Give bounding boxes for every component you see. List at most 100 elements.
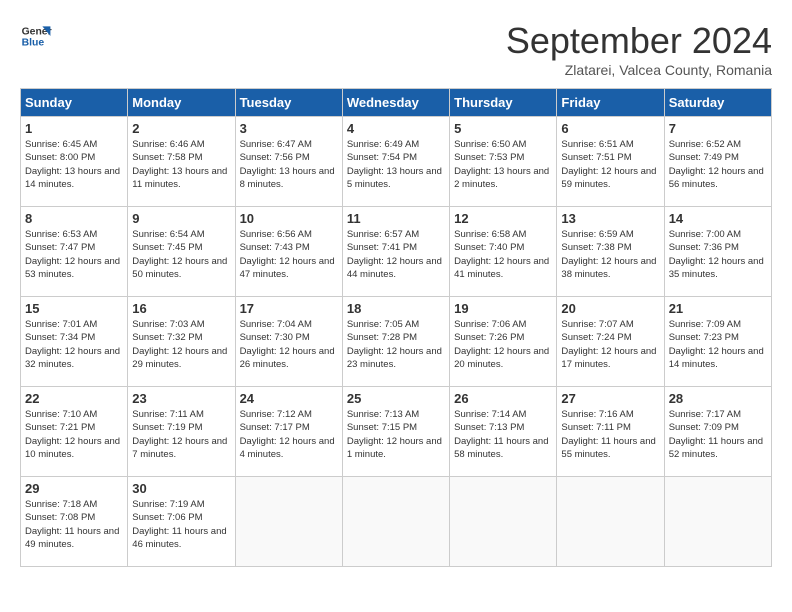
col-header-friday: Friday [557, 89, 664, 117]
calendar-cell: 2Sunrise: 6:46 AMSunset: 7:58 PMDaylight… [128, 117, 235, 207]
col-header-wednesday: Wednesday [342, 89, 449, 117]
day-info: Sunrise: 7:11 AMSunset: 7:19 PMDaylight:… [132, 408, 230, 461]
day-number: 26 [454, 391, 552, 406]
calendar-cell: 27 Sunrise: 7:16 AMSunset: 7:11 PMDayligh… [557, 387, 664, 477]
calendar-cell: 25Sunrise: 7:13 AMSunset: 7:15 PMDayligh… [342, 387, 449, 477]
calendar-cell: 13Sunrise: 6:59 AMSunset: 7:38 PMDayligh… [557, 207, 664, 297]
day-info: Sunrise: 6:56 AMSunset: 7:43 PMDaylight:… [240, 228, 338, 281]
calendar-cell: 22 Sunrise: 7:10 AMSunset: 7:21 PMDayligh… [21, 387, 128, 477]
day-info: Sunrise: 7:03 AMSunset: 7:32 PMDaylight:… [132, 318, 230, 371]
day-info: Sunrise: 6:49 AMSunset: 7:54 PMDaylight:… [347, 138, 445, 191]
day-number: 19 [454, 301, 552, 316]
header-row: SundayMondayTuesdayWednesdayThursdayFrid… [21, 89, 772, 117]
calendar-table: SundayMondayTuesdayWednesdayThursdayFrid… [20, 88, 772, 567]
calendar-cell: 20 Sunrise: 7:07 AMSunset: 7:24 PMDayligh… [557, 297, 664, 387]
calendar-row-2: 8Sunrise: 6:53 AMSunset: 7:47 PMDaylight… [21, 207, 772, 297]
day-number: 11 [347, 211, 445, 226]
day-info: Sunrise: 7:06 AMSunset: 7:26 PMDaylight:… [454, 318, 552, 371]
calendar-cell: 12 Sunrise: 6:58 AMSunset: 7:40 PMDayligh… [450, 207, 557, 297]
day-info: Sunrise: 7:00 AMSunset: 7:36 PMDaylight:… [669, 228, 767, 281]
calendar-cell: 16Sunrise: 7:03 AMSunset: 7:32 PMDayligh… [128, 297, 235, 387]
day-info: Sunrise: 7:16 AMSunset: 7:11 PMDaylight:… [561, 408, 659, 461]
calendar-row-5: 29 Sunrise: 7:18 AMSunset: 7:08 PMDayligh… [21, 477, 772, 567]
calendar-row-4: 22 Sunrise: 7:10 AMSunset: 7:21 PMDayligh… [21, 387, 772, 477]
day-number: 1 [25, 121, 123, 136]
calendar-cell [557, 477, 664, 567]
day-number: 30 [132, 481, 230, 496]
day-info: Sunrise: 6:47 AMSunset: 7:56 PMDaylight:… [240, 138, 338, 191]
calendar-cell: 1 Sunrise: 6:45 AMSunset: 8:00 PMDaylight… [21, 117, 128, 207]
day-info: Sunrise: 6:58 AMSunset: 7:40 PMDaylight:… [454, 228, 552, 281]
day-number: 3 [240, 121, 338, 136]
day-number: 20 [561, 301, 659, 316]
day-info: Sunrise: 6:51 AMSunset: 7:51 PMDaylight:… [561, 138, 659, 191]
day-number: 24 [240, 391, 338, 406]
day-info: Sunrise: 7:09 AMSunset: 7:23 PMDaylight:… [669, 318, 767, 371]
calendar-cell: 23 Sunrise: 7:11 AMSunset: 7:19 PMDayligh… [128, 387, 235, 477]
day-info: Sunrise: 6:50 AMSunset: 7:53 PMDaylight:… [454, 138, 552, 191]
col-header-tuesday: Tuesday [235, 89, 342, 117]
day-number: 23 [132, 391, 230, 406]
day-number: 29 [25, 481, 123, 496]
day-info: Sunrise: 6:52 AMSunset: 7:49 PMDaylight:… [669, 138, 767, 191]
day-info: Sunrise: 7:01 AMSunset: 7:34 PMDaylight:… [25, 318, 123, 371]
calendar-cell [450, 477, 557, 567]
calendar-cell: 18 Sunrise: 7:05 AMSunset: 7:28 PMDayligh… [342, 297, 449, 387]
day-info: Sunrise: 7:19 AMSunset: 7:06 PMDaylight:… [132, 498, 230, 551]
day-number: 10 [240, 211, 338, 226]
day-info: Sunrise: 7:13 AMSunset: 7:15 PMDaylight:… [347, 408, 445, 461]
calendar-cell: 10 Sunrise: 6:56 AMSunset: 7:43 PMDayligh… [235, 207, 342, 297]
day-info: Sunrise: 6:54 AMSunset: 7:45 PMDaylight:… [132, 228, 230, 281]
day-number: 4 [347, 121, 445, 136]
day-info: Sunrise: 7:07 AMSunset: 7:24 PMDaylight:… [561, 318, 659, 371]
location: Zlatarei, Valcea County, Romania [506, 62, 772, 78]
day-number: 9 [132, 211, 230, 226]
calendar-cell [235, 477, 342, 567]
svg-text:Blue: Blue [22, 38, 45, 49]
logo-icon: General Blue [20, 20, 52, 52]
calendar-cell: 5Sunrise: 6:50 AMSunset: 7:53 PMDaylight… [450, 117, 557, 207]
calendar-cell: 4 Sunrise: 6:49 AMSunset: 7:54 PMDaylight… [342, 117, 449, 207]
calendar-cell: 8Sunrise: 6:53 AMSunset: 7:47 PMDaylight… [21, 207, 128, 297]
col-header-saturday: Saturday [664, 89, 771, 117]
calendar-row-1: 1 Sunrise: 6:45 AMSunset: 8:00 PMDaylight… [21, 117, 772, 207]
day-number: 22 [25, 391, 123, 406]
day-number: 28 [669, 391, 767, 406]
day-info: Sunrise: 7:12 AMSunset: 7:17 PMDaylight:… [240, 408, 338, 461]
calendar-cell [664, 477, 771, 567]
day-number: 21 [669, 301, 767, 316]
day-number: 27 [561, 391, 659, 406]
day-info: Sunrise: 7:05 AMSunset: 7:28 PMDaylight:… [347, 318, 445, 371]
calendar-cell: 11Sunrise: 6:57 AMSunset: 7:41 PMDayligh… [342, 207, 449, 297]
calendar-cell: 29 Sunrise: 7:18 AMSunset: 7:08 PMDayligh… [21, 477, 128, 567]
calendar-cell: 7 Sunrise: 6:52 AMSunset: 7:49 PMDaylight… [664, 117, 771, 207]
day-info: Sunrise: 7:10 AMSunset: 7:21 PMDaylight:… [25, 408, 123, 461]
day-number: 8 [25, 211, 123, 226]
calendar-cell: 6 Sunrise: 6:51 AMSunset: 7:51 PMDaylight… [557, 117, 664, 207]
calendar-row-3: 15 Sunrise: 7:01 AMSunset: 7:34 PMDayligh… [21, 297, 772, 387]
calendar-cell: 17Sunrise: 7:04 AMSunset: 7:30 PMDayligh… [235, 297, 342, 387]
day-number: 17 [240, 301, 338, 316]
calendar-cell: 21 Sunrise: 7:09 AMSunset: 7:23 PMDayligh… [664, 297, 771, 387]
calendar-cell: 19 Sunrise: 7:06 AMSunset: 7:26 PMDayligh… [450, 297, 557, 387]
day-number: 12 [454, 211, 552, 226]
day-info: Sunrise: 6:46 AMSunset: 7:58 PMDaylight:… [132, 138, 230, 191]
day-number: 15 [25, 301, 123, 316]
calendar-cell [342, 477, 449, 567]
day-info: Sunrise: 6:45 AMSunset: 8:00 PMDaylight:… [25, 138, 123, 191]
day-info: Sunrise: 6:59 AMSunset: 7:38 PMDaylight:… [561, 228, 659, 281]
logo: General Blue [20, 20, 52, 52]
title-block: September 2024 Zlatarei, Valcea County, … [506, 20, 772, 78]
day-info: Sunrise: 7:18 AMSunset: 7:08 PMDaylight:… [25, 498, 123, 551]
col-header-monday: Monday [128, 89, 235, 117]
calendar-cell: 26 Sunrise: 7:14 AMSunset: 7:13 PMDayligh… [450, 387, 557, 477]
day-number: 6 [561, 121, 659, 136]
calendar-cell: 3 Sunrise: 6:47 AMSunset: 7:56 PMDaylight… [235, 117, 342, 207]
month-title: September 2024 [506, 20, 772, 62]
day-number: 7 [669, 121, 767, 136]
day-number: 18 [347, 301, 445, 316]
calendar-cell: 28Sunrise: 7:17 AMSunset: 7:09 PMDayligh… [664, 387, 771, 477]
calendar-cell: 30 Sunrise: 7:19 AMSunset: 7:06 PMDayligh… [128, 477, 235, 567]
day-info: Sunrise: 7:14 AMSunset: 7:13 PMDaylight:… [454, 408, 552, 461]
calendar-cell: 24 Sunrise: 7:12 AMSunset: 7:17 PMDayligh… [235, 387, 342, 477]
